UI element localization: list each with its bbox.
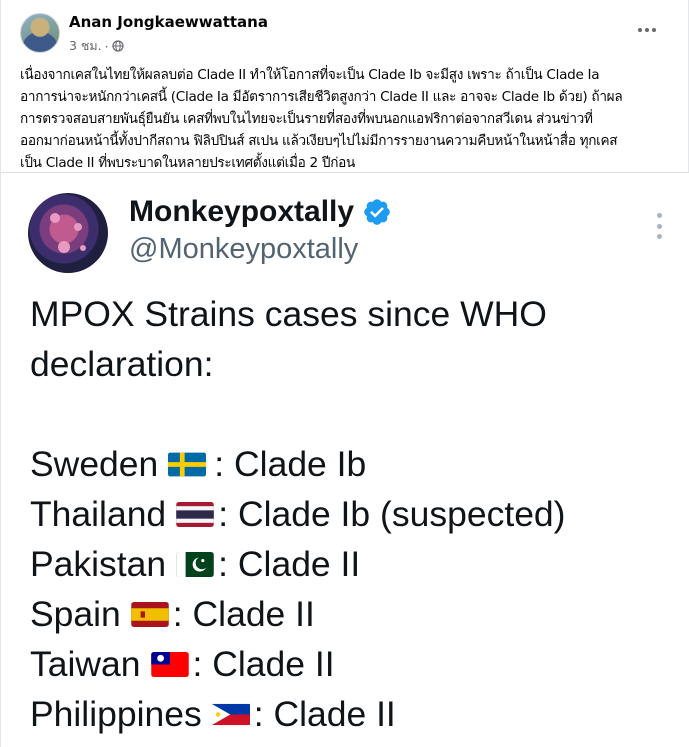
strain-row: Thailand : Clade Ib (suspected): [30, 489, 680, 539]
spain-flag-icon: [131, 601, 169, 627]
strain-row: Sweden : Clade Ib: [30, 439, 680, 489]
clade-label: Clade II: [212, 644, 335, 684]
separator: :: [218, 494, 229, 534]
tweet-avatar: [28, 193, 108, 273]
country-name: Spain: [30, 594, 121, 634]
verified-badge-icon: [364, 199, 390, 225]
tweet-text: MPOX Strains cases since WHO declaration…: [30, 289, 680, 739]
clade-label: Clade II: [237, 544, 361, 584]
globe-icon: [112, 40, 124, 52]
tweet-heading-line: MPOX Strains cases since WHO: [30, 294, 547, 334]
country-name: Thailand: [30, 494, 167, 534]
sweden-flag-icon: [168, 452, 207, 477]
country-name: Philippines: [30, 694, 202, 734]
clade-label: Clade II: [192, 594, 315, 634]
pakistan-flag-icon: [176, 551, 214, 577]
facebook-post: Anan Jongkaewwattana 3 ชม. · เนื่องจากเค…: [0, 0, 689, 747]
caption-line: เนื่องจากเคสในไทยให้ผลลบต่อ Clade II ทำใ…: [20, 67, 600, 83]
clade-label: Clade II: [273, 694, 396, 734]
country-name: Taiwan: [30, 644, 141, 684]
separator: :: [218, 544, 229, 584]
author-name[interactable]: Anan Jongkaewwattana: [69, 13, 268, 31]
caption-line: การตรวจสอบสายพันธุ์ยืนยัน เคสที่พบในไทยจ…: [20, 111, 593, 127]
post-meta: 3 ชม. ·: [69, 36, 124, 56]
tweet-heading-line: declaration:: [30, 344, 214, 384]
caption-line: เป็น Clade II ที่พบระบาดในหลายประเทศตั้ง…: [20, 155, 356, 171]
separator: :: [172, 594, 183, 634]
post-time[interactable]: 3 ชม.: [69, 36, 102, 56]
tweet-display-name: Monkeypoxtally: [129, 195, 392, 229]
separator: :: [214, 444, 225, 484]
clade-label: Clade Ib: [234, 444, 367, 484]
country-name: Pakistan: [30, 544, 167, 584]
separator: :: [192, 644, 203, 684]
tweet-name-text: Monkeypoxtally: [129, 195, 355, 228]
strain-row: Taiwan : Clade II: [30, 639, 680, 689]
caption-line: ออกมาก่อนหน้านี้ทั้งปากีสถาน ฟิลิปปินส์ …: [20, 133, 618, 149]
strain-row: Philippines : Clade II: [30, 689, 680, 739]
tweet-image[interactable]: Monkeypoxtally @Monkeypoxtally MPOX Stra…: [1, 173, 689, 747]
more-vertical-icon[interactable]: [655, 213, 663, 239]
strain-row: Spain : Clade II: [30, 589, 680, 639]
country-name: Sweden: [30, 444, 159, 484]
author-avatar[interactable]: [20, 13, 60, 53]
caption-line: อาการน่าจะหนักกว่าเคสนี้ (Clade Ia มีอัต…: [20, 89, 623, 105]
tweet-handle: @Monkeypoxtally: [129, 233, 359, 265]
clade-label: Clade Ib (suspected): [237, 494, 566, 534]
more-horizontal-icon[interactable]: [634, 20, 660, 40]
thailand-flag-icon: [176, 501, 214, 527]
post-caption: เนื่องจากเคสในไทยให้ผลลบต่อ Clade II ทำใ…: [20, 64, 682, 174]
meta-dot: ·: [104, 38, 109, 54]
separator: :: [253, 694, 264, 734]
taiwan-flag-icon: [150, 651, 189, 677]
philippines-flag-icon: [211, 702, 250, 727]
strain-row: Pakistan : Clade II: [30, 539, 680, 589]
